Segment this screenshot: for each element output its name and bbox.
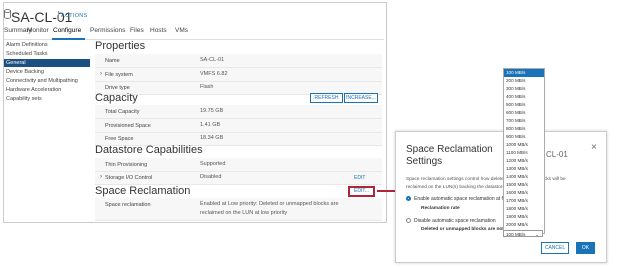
rate-option[interactable]: 1300 MB/s bbox=[504, 165, 544, 173]
sidebar-item-device-backing[interactable]: Device Backing bbox=[4, 68, 90, 76]
tab-configure[interactable]: Configure bbox=[53, 27, 81, 34]
storage-io-edit-link[interactable]: EDIT bbox=[354, 175, 365, 181]
row-value: Supported bbox=[200, 161, 226, 167]
rate-option[interactable]: 900 MB/s bbox=[504, 133, 544, 141]
rate-option[interactable]: 1800 MB/s bbox=[504, 205, 544, 213]
row-value: 1.41 GB bbox=[200, 122, 221, 128]
rate-option[interactable]: 1200 MB/s bbox=[504, 157, 544, 165]
datastore-icon bbox=[4, 9, 11, 19]
rate-option[interactable]: 200 MB/s bbox=[504, 77, 544, 85]
rate-option[interactable]: 700 MB/s bbox=[504, 117, 544, 125]
increase-button[interactable]: INCREASE... bbox=[344, 93, 378, 103]
reclamation-rate-dropdown: 100 MB/s 200 MB/s 300 MB/s 400 MB/s 500 … bbox=[503, 68, 545, 234]
rate-option[interactable]: 600 MB/s bbox=[504, 109, 544, 117]
section-title-capacity: Capacity bbox=[95, 92, 138, 104]
table-row: Total Capacity 19.75 GB bbox=[95, 105, 382, 119]
tab-vms[interactable]: VMs bbox=[175, 27, 188, 34]
close-icon[interactable]: × bbox=[591, 142, 597, 153]
section-title-properties: Properties bbox=[95, 40, 146, 52]
row-label: Total Capacity bbox=[105, 109, 140, 115]
row-value: SA-CL-01 bbox=[200, 57, 225, 63]
row-label: Free Space bbox=[105, 136, 134, 142]
rate-option[interactable]: 300 MB/s bbox=[504, 85, 544, 93]
table-row: › File system VMFS 6.82 bbox=[95, 68, 382, 82]
row-value: VMFS 6.82 bbox=[200, 71, 228, 77]
actions-menu[interactable]: ACTIONS bbox=[61, 13, 88, 19]
rate-option[interactable]: 1600 MB/s bbox=[504, 189, 544, 197]
row-value: 19.75 GB bbox=[200, 108, 224, 114]
dialog-title-partial: CL-01 bbox=[546, 150, 568, 159]
rate-option[interactable]: 500 MB/s bbox=[504, 101, 544, 109]
rate-option[interactable]: 1400 MB/s bbox=[504, 173, 544, 181]
row-label: Space reclamation bbox=[105, 202, 151, 208]
section-title-space-reclamation: Space Reclamation bbox=[95, 185, 191, 197]
rate-option[interactable]: 1900 MB/s bbox=[504, 213, 544, 221]
ok-button[interactable]: OK bbox=[576, 242, 595, 254]
row-label: Provisioned Space bbox=[105, 123, 151, 129]
dialog-description: Space reclamation settings control how d… bbox=[406, 177, 566, 190]
sidebar-item-connectivity[interactable]: Connectivity and Multipathing bbox=[4, 77, 90, 85]
rate-option[interactable]: 2000 MB/s bbox=[504, 221, 544, 229]
select-value: 100 MB/s bbox=[506, 232, 526, 237]
space-reclamation-edit-button[interactable]: EDIT... bbox=[348, 186, 375, 197]
sidebar-item-general[interactable]: General bbox=[4, 59, 90, 67]
cancel-button[interactable]: CANCEL bbox=[541, 242, 569, 254]
row-label: File system bbox=[105, 72, 133, 78]
tab-hosts[interactable]: Hosts bbox=[150, 27, 167, 34]
reclamation-rate-select[interactable]: 100 MB/s ⌄ bbox=[503, 230, 543, 237]
row-label: Drive type bbox=[105, 85, 130, 91]
rate-option[interactable]: 1500 MB/s bbox=[504, 181, 544, 189]
chevron-right-icon[interactable]: › bbox=[100, 71, 102, 77]
enable-reclamation-radio[interactable] bbox=[406, 196, 411, 201]
rate-option[interactable]: 1100 MB/s bbox=[504, 149, 544, 157]
sidebar-item-capability-sets[interactable]: Capability sets bbox=[4, 95, 90, 103]
space-reclamation-dialog: Space Reclamation Settings CL-01 × Space… bbox=[395, 131, 607, 263]
tab-bar: Summary Monitor Configure Permissions Fi… bbox=[4, 27, 618, 38]
row-value: 18.34 GB bbox=[200, 135, 224, 141]
rate-option[interactable]: 1700 MB/s bbox=[504, 197, 544, 205]
sidebar-item-hardware-acceleration[interactable]: Hardware Acceleration bbox=[4, 86, 90, 94]
table-row: › Storage I/O Control Disabled EDIT bbox=[95, 172, 382, 185]
active-tab-indicator bbox=[52, 38, 85, 40]
row-value: reclaimed on the LUN at low priority bbox=[200, 210, 288, 216]
reclamation-rate-label: Reclamation rate bbox=[421, 206, 460, 211]
row-value: Flash bbox=[200, 84, 214, 90]
rate-option[interactable]: 100 MB/s bbox=[504, 69, 544, 77]
tab-files[interactable]: Files bbox=[130, 27, 144, 34]
rate-option[interactable]: 1000 MB/s bbox=[504, 141, 544, 149]
chevron-right-icon[interactable]: › bbox=[100, 174, 102, 180]
row-value: Enabled at Low priority: Deleted or unma… bbox=[200, 201, 339, 207]
refresh-button[interactable]: REFRESH bbox=[310, 93, 343, 103]
tab-monitor[interactable]: Monitor bbox=[27, 27, 49, 34]
table-row: Thin Provisioning Supported bbox=[95, 158, 382, 172]
row-label: Thin Provisioning bbox=[105, 162, 148, 168]
rate-option[interactable]: 800 MB/s bbox=[504, 125, 544, 133]
chevron-down-icon: ⌄ bbox=[535, 232, 539, 237]
section-title-datastore-capabilities: Datastore Capabilities bbox=[95, 144, 203, 156]
table-row: Provisioned Space 1.41 GB bbox=[95, 119, 382, 133]
disable-reclamation-radio[interactable] bbox=[406, 218, 411, 223]
table-row: Space reclamation Enabled at Low priorit… bbox=[95, 198, 382, 221]
dialog-title: Space Reclamation Settings bbox=[406, 144, 493, 167]
rate-option[interactable]: 400 MB/s bbox=[504, 93, 544, 101]
divider bbox=[58, 11, 59, 20]
sidebar-item-alarm-definitions[interactable]: Alarm Definitions bbox=[4, 41, 90, 49]
table-row: Name SA-CL-01 bbox=[95, 54, 382, 68]
row-value: Disabled bbox=[200, 174, 222, 180]
sidebar-item-scheduled-tasks[interactable]: Scheduled Tasks bbox=[4, 50, 90, 58]
disable-reclamation-label: Disable automatic space reclamation bbox=[414, 218, 496, 224]
tab-permissions[interactable]: Permissions bbox=[90, 27, 125, 34]
row-label: Name bbox=[105, 58, 120, 64]
row-label: Storage I/O Control bbox=[105, 175, 153, 181]
